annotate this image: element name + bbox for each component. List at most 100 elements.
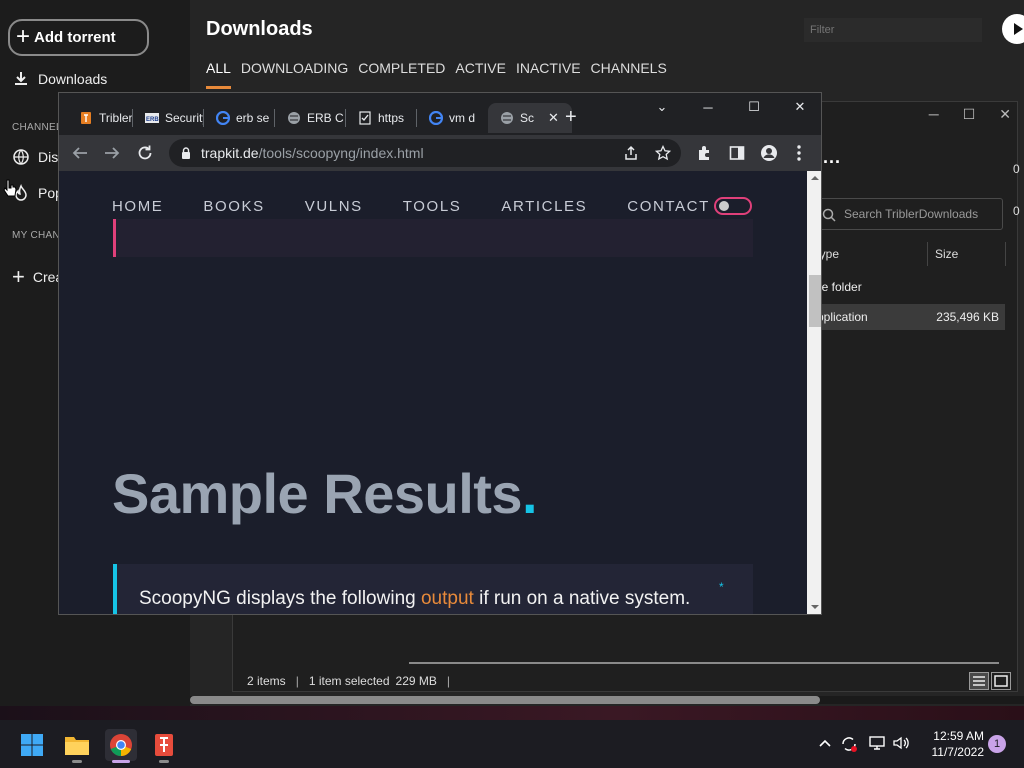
start-button[interactable]: [16, 729, 48, 761]
reload-icon[interactable]: [136, 144, 154, 162]
sidebar-item-downloads[interactable]: Downloads: [12, 70, 107, 88]
heading-text: Sample Results: [112, 462, 523, 525]
side-panel-icon[interactable]: [729, 145, 745, 161]
heading-dot: .: [522, 462, 538, 525]
filter-input[interactable]: [804, 18, 982, 42]
nav-link-home[interactable]: HOME: [112, 198, 163, 215]
network-icon[interactable]: [868, 735, 886, 751]
system-clock[interactable]: 12:59 AM 11/7/2022: [920, 728, 985, 760]
globe-icon: [288, 112, 300, 124]
notification-badge[interactable]: 1: [988, 735, 1006, 753]
new-tab-button[interactable]: +: [565, 106, 577, 129]
explorer-search-input[interactable]: Search TriblerDownloads: [813, 198, 1003, 230]
add-torrent-button[interactable]: + Add torrent: [8, 19, 149, 56]
scroll-up-icon[interactable]: [810, 175, 820, 181]
profile-icon[interactable]: [760, 144, 778, 162]
browser-toolbar: trapkit.de/tools/scoopyng/index.html: [59, 135, 821, 171]
tribler-taskbar-button[interactable]: [148, 729, 180, 761]
browser-tab[interactable]: Sc ✕: [488, 103, 572, 133]
tab-inactive[interactable]: INACTIVE: [516, 60, 581, 89]
tab-title: ERB C: [307, 111, 344, 125]
page-scrollbar[interactable]: [807, 171, 821, 614]
scrollbar-thumb[interactable]: [190, 696, 820, 704]
tab-active[interactable]: ACTIVE: [455, 60, 506, 89]
volume-icon[interactable]: [892, 735, 910, 751]
tiles-view-button[interactable]: [991, 672, 1011, 690]
toggle-knob: [719, 201, 729, 211]
theme-toggle[interactable]: [714, 197, 752, 215]
browser-tab[interactable]: ERB C: [275, 103, 346, 133]
nav-link-articles[interactable]: ARTICLES: [501, 198, 587, 215]
close-tab-icon[interactable]: ✕: [548, 110, 559, 126]
tab-strip: Tribler ERB Security erb se ERB C https vm d Sc…: [59, 93, 821, 135]
side-value: 0: [1013, 162, 1020, 176]
maximize-icon[interactable]: ☐: [963, 106, 976, 123]
side-value: 0: [1013, 204, 1020, 218]
tab-search-icon[interactable]: ⌄: [639, 99, 685, 115]
callout-text: ScoopyNG displays the following output i…: [139, 588, 690, 610]
play-button[interactable]: [1002, 14, 1024, 44]
nav-link-tools[interactable]: TOOLS: [403, 198, 462, 215]
file-row[interactable]: File folder: [809, 274, 1005, 300]
close-icon[interactable]: ✕: [777, 99, 821, 115]
nav-link-books[interactable]: BOOKS: [203, 198, 264, 215]
clock-date: 11/7/2022: [931, 745, 985, 759]
explorer-window-controls: ─ ☐ ✕: [929, 106, 1011, 123]
browser-tab[interactable]: https: [346, 103, 417, 133]
column-divider: [1005, 242, 1006, 266]
horizontal-scrollbar[interactable]: [190, 696, 1024, 704]
file-row[interactable]: Application 235,496 KB: [809, 304, 1005, 330]
tab-completed[interactable]: COMPLETED: [358, 60, 445, 89]
column-header-size[interactable]: Size: [935, 247, 958, 261]
chevron-up-icon[interactable]: [819, 739, 831, 747]
forward-icon[interactable]: [103, 145, 121, 161]
output-link[interactable]: output: [421, 588, 474, 609]
sync-icon[interactable]: [840, 735, 858, 753]
tiles-view-icon: [994, 675, 1008, 687]
list-view-icon: [973, 676, 985, 686]
nav-link-contact[interactable]: CONTACT: [627, 198, 710, 215]
address-bar[interactable]: trapkit.de/tools/scoopyng/index.html: [169, 139, 681, 167]
svg-text:ERB: ERB: [146, 117, 159, 123]
share-icon[interactable]: [623, 145, 639, 161]
clock-time: 12:59 AM: [933, 729, 984, 743]
file-explorer-taskbar-button[interactable]: [61, 729, 93, 761]
tab-channels[interactable]: CHANNELS: [591, 60, 667, 89]
more-options-button[interactable]: ...: [823, 147, 841, 168]
scrollbar-thumb[interactable]: [809, 275, 821, 327]
back-icon[interactable]: [71, 145, 89, 161]
menu-icon[interactable]: [797, 145, 801, 161]
chrome-window-controls: ⌄ ─ ☐ ✕: [639, 93, 821, 121]
footnote-marker[interactable]: *: [719, 580, 724, 594]
chrome-icon: [110, 734, 132, 756]
tab-title: vm d: [449, 111, 476, 125]
maximize-icon[interactable]: ☐: [731, 99, 777, 115]
explorer-horizontal-scrollbar[interactable]: [409, 662, 999, 664]
details-view-button[interactable]: [969, 672, 989, 690]
tab-downloading[interactable]: DOWNLOADING: [241, 60, 348, 89]
plus-icon: +: [12, 264, 25, 289]
mouse-cursor-icon: [3, 179, 17, 197]
browser-tab[interactable]: ERB Security: [133, 103, 204, 133]
browser-tab[interactable]: Tribler: [67, 103, 133, 133]
search-icon: [822, 208, 836, 222]
url-path: /tools/scoopyng/index.html: [258, 145, 424, 161]
tab-title: https: [378, 111, 405, 125]
nav-link-vulns[interactable]: VULNS: [305, 198, 363, 215]
bookmark-star-icon[interactable]: [655, 145, 671, 161]
chrome-window: Tribler ERB Security erb se ERB C https vm d Sc…: [58, 92, 822, 615]
browser-tab[interactable]: vm d: [417, 103, 488, 133]
tab-all[interactable]: ALL: [206, 60, 231, 89]
scroll-down-icon[interactable]: [810, 604, 820, 610]
browser-tab[interactable]: erb se: [204, 103, 275, 133]
minimize-icon[interactable]: ─: [685, 100, 731, 115]
minimize-icon[interactable]: ─: [929, 106, 939, 123]
chrome-taskbar-button[interactable]: [105, 729, 137, 761]
extensions-icon[interactable]: [696, 145, 712, 161]
close-icon[interactable]: ✕: [999, 106, 1011, 123]
site-nav: HOME BOOKS VULNS TOOLS ARTICLES CONTACT: [112, 198, 710, 215]
lock-icon[interactable]: [181, 147, 191, 160]
selection-count: 1 item selected: [308, 674, 390, 688]
google-icon: [429, 111, 443, 125]
folder-icon: [65, 737, 89, 755]
